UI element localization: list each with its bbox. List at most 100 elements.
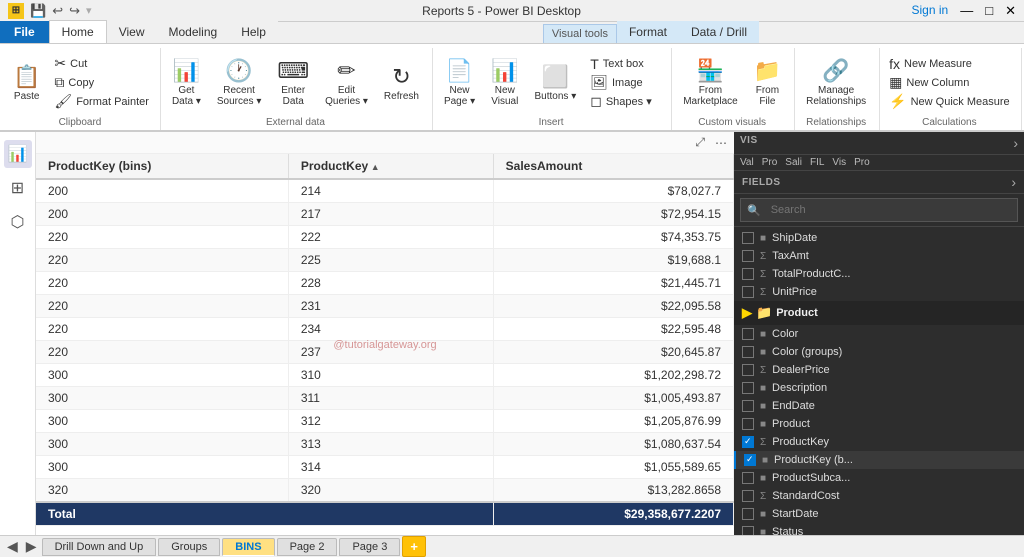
field-checkbox-productkey-bins[interactable] bbox=[744, 454, 756, 466]
format-painter-btn[interactable]: 🖌 Format Painter bbox=[49, 93, 154, 111]
field-type-dealerprice: Σ bbox=[760, 365, 766, 376]
tab-drill-down[interactable]: Drill Down and Up bbox=[42, 538, 157, 556]
refresh-btn[interactable]: ↻ Refresh bbox=[377, 53, 426, 113]
field-checkbox-productsubca[interactable] bbox=[742, 472, 754, 484]
new-column-btn[interactable]: ▦ New Column bbox=[884, 74, 1014, 92]
col-header-bins[interactable]: ProductKey (bins) bbox=[36, 154, 288, 179]
field-checkbox-productkey[interactable] bbox=[742, 436, 754, 448]
field-type-shipdate: ■ bbox=[760, 233, 766, 244]
tab-modeling[interactable]: Modeling bbox=[156, 21, 229, 43]
field-checkbox-enddate[interactable] bbox=[742, 400, 754, 412]
tab-file[interactable]: File bbox=[0, 21, 49, 43]
field-item-productkey-bins[interactable]: ■ ProductKey (b... bbox=[734, 451, 1024, 469]
sign-in-link[interactable]: Sign in bbox=[912, 3, 949, 19]
title-bar-title: Reports 5 - Power BI Desktop bbox=[422, 4, 581, 18]
paste-btn[interactable]: 📋 Paste bbox=[6, 53, 47, 113]
table-menu-btn[interactable]: ⋯ bbox=[712, 134, 730, 151]
field-checkbox-color[interactable] bbox=[742, 328, 754, 340]
field-item-shipdate[interactable]: ■ ShipDate bbox=[734, 229, 1024, 247]
field-checkbox-colorgroups[interactable] bbox=[742, 346, 754, 358]
edit-queries-btn[interactable]: ✏ EditQueries ▾ bbox=[318, 53, 375, 113]
field-checkbox-taxamt[interactable] bbox=[742, 250, 754, 262]
field-checkbox-status[interactable] bbox=[742, 526, 754, 535]
tab-view[interactable]: View bbox=[107, 21, 157, 43]
field-checkbox-product[interactable] bbox=[742, 418, 754, 430]
sidebar-icon-reports[interactable]: 📊 bbox=[4, 140, 32, 168]
field-checkbox-shipdate[interactable] bbox=[742, 232, 754, 244]
shapes-btn[interactable]: ◻ Shapes ▾ bbox=[585, 93, 665, 111]
maximize-btn[interactable]: □ bbox=[985, 3, 993, 19]
table-expand-btn[interactable]: ⤢ bbox=[692, 134, 708, 151]
fields-search-container: 🔍 bbox=[734, 194, 1024, 227]
recent-sources-btn[interactable]: 🕐 RecentSources ▾ bbox=[210, 53, 268, 113]
tab-page2[interactable]: Page 2 bbox=[277, 538, 338, 556]
field-item-standardcost[interactable]: Σ StandardCost bbox=[734, 487, 1024, 505]
enter-data-btn[interactable]: ⌨ EnterData bbox=[270, 53, 316, 113]
right-panel: VIS › Val Pro Sali FIL Vis Pro FIELDS › bbox=[734, 132, 1024, 535]
sidebar-icon-model[interactable]: ⬡ bbox=[4, 208, 32, 236]
tab-nav-left[interactable]: ◀ bbox=[4, 538, 21, 555]
table-scroll-area[interactable]: @tutorialgateway.org ProductKey (bins) P… bbox=[36, 154, 734, 535]
marketplace-icon: 🏪 bbox=[697, 58, 724, 84]
tab-page3[interactable]: Page 3 bbox=[339, 538, 400, 556]
field-item-dealerprice[interactable]: Σ DealerPrice bbox=[734, 361, 1024, 379]
field-checkbox-standardcost[interactable] bbox=[742, 490, 754, 502]
title-bar-controls[interactable]: Sign in — □ ✕ bbox=[912, 3, 1016, 19]
field-checkbox-unitprice[interactable] bbox=[742, 286, 754, 298]
tab-format[interactable]: Format bbox=[617, 21, 679, 43]
field-group-product[interactable]: ▶ 📁 Product bbox=[734, 301, 1024, 325]
vis-item-pro2: Pro bbox=[854, 157, 870, 168]
app-icon: ⊞ bbox=[8, 3, 24, 19]
field-item-colorgroups[interactable]: ■ Color (groups) bbox=[734, 343, 1024, 361]
field-item-color[interactable]: ■ Color bbox=[734, 325, 1024, 343]
field-checkbox-description[interactable] bbox=[742, 382, 754, 394]
field-item-unitprice[interactable]: Σ UnitPrice bbox=[734, 283, 1024, 301]
tab-help[interactable]: Help bbox=[229, 21, 278, 43]
tab-groups[interactable]: Groups bbox=[158, 538, 220, 556]
tab-nav-right[interactable]: ▶ bbox=[23, 538, 40, 555]
field-checkbox-dealerprice[interactable] bbox=[742, 364, 754, 376]
tab-data-drill[interactable]: Data / Drill bbox=[679, 21, 759, 43]
col-header-key[interactable]: ProductKey bbox=[288, 154, 493, 179]
field-item-startdate[interactable]: ■ StartDate bbox=[734, 505, 1024, 523]
vis-panel-section: VIS › bbox=[734, 132, 1024, 155]
format-painter-icon: 🖌 bbox=[54, 93, 72, 110]
cut-btn[interactable]: ✂ Cut bbox=[49, 55, 154, 73]
table-row: 220237$20,645.87 bbox=[36, 341, 734, 364]
field-item-totalproduct[interactable]: Σ TotalProductC... bbox=[734, 265, 1024, 283]
tab-home[interactable]: Home bbox=[49, 20, 107, 43]
minimize-btn[interactable]: — bbox=[960, 3, 973, 19]
field-item-description[interactable]: ■ Description bbox=[734, 379, 1024, 397]
new-page-btn[interactable]: 📄 NewPage ▾ bbox=[437, 53, 482, 113]
manage-relationships-btn[interactable]: 🔗 ManageRelationships bbox=[799, 53, 873, 113]
new-quick-measure-btn[interactable]: ⚡ New Quick Measure bbox=[884, 93, 1014, 111]
field-checkbox-startdate[interactable] bbox=[742, 508, 754, 520]
buttons-btn[interactable]: ⬜ Buttons ▾ bbox=[528, 53, 584, 113]
new-measure-btn[interactable]: fx New Measure bbox=[884, 55, 1014, 73]
text-box-btn[interactable]: T Text box bbox=[585, 55, 665, 73]
copy-btn[interactable]: ⧉ Copy bbox=[49, 74, 154, 92]
get-data-btn[interactable]: 📊 GetData ▾ bbox=[165, 53, 208, 113]
close-btn[interactable]: ✕ bbox=[1005, 3, 1016, 19]
tab-bins[interactable]: BINS bbox=[222, 538, 274, 556]
new-visual-btn[interactable]: 📊 NewVisual bbox=[484, 53, 525, 113]
tab-add-btn[interactable]: + bbox=[402, 536, 426, 557]
field-item-taxamt[interactable]: Σ TaxAmt bbox=[734, 247, 1024, 265]
field-item-status[interactable]: ■ Status bbox=[734, 523, 1024, 535]
field-item-productsubca[interactable]: ■ ProductSubca... bbox=[734, 469, 1024, 487]
from-marketplace-btn[interactable]: 🏪 FromMarketplace bbox=[676, 53, 744, 113]
fields-expand-icon[interactable]: › bbox=[1011, 174, 1016, 190]
field-item-product[interactable]: ■ Product bbox=[734, 415, 1024, 433]
field-item-productkey[interactable]: Σ ProductKey bbox=[734, 433, 1024, 451]
from-file-btn[interactable]: 📁 FromFile bbox=[747, 53, 788, 113]
fields-search-input[interactable] bbox=[765, 201, 895, 219]
field-type-taxamt: Σ bbox=[760, 251, 766, 262]
vis-expand-icon[interactable]: › bbox=[1013, 135, 1018, 151]
field-item-enddate[interactable]: ■ EndDate bbox=[734, 397, 1024, 415]
copy-icon: ⧉ bbox=[54, 74, 64, 91]
col-header-amount[interactable]: SalesAmount bbox=[493, 154, 733, 179]
sidebar-icon-data[interactable]: ⊞ bbox=[4, 174, 32, 202]
field-checkbox-totalproduct[interactable] bbox=[742, 268, 754, 280]
image-btn[interactable]: 🖼 Image bbox=[585, 74, 665, 92]
field-type-productkey-bins: ■ bbox=[762, 455, 768, 466]
